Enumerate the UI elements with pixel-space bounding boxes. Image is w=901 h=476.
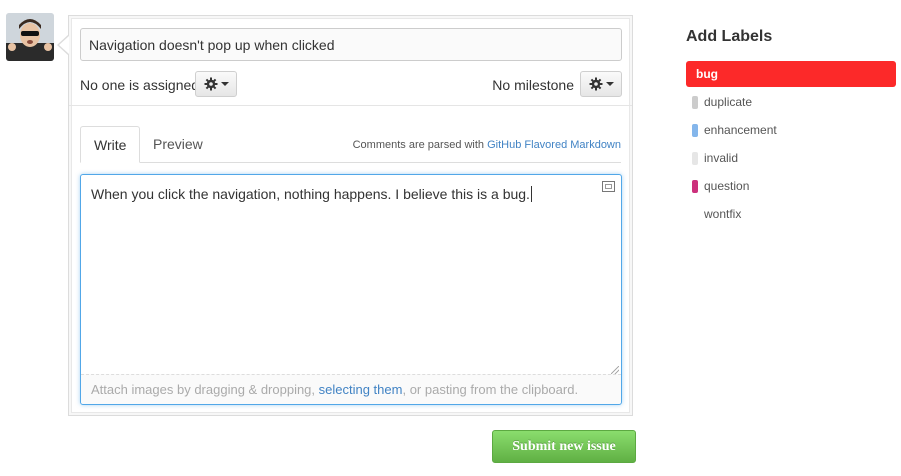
attach-images-bar[interactable]: Attach images by dragging & dropping, se… — [81, 374, 621, 404]
assignee-gear-button[interactable] — [195, 71, 237, 97]
label-item-invalid[interactable]: invalid — [686, 145, 896, 171]
milestone-status: No milestone — [492, 77, 574, 93]
fullscreen-icon[interactable] — [602, 181, 615, 192]
label-name: wontfix — [704, 207, 742, 221]
markdown-help-link[interactable]: GitHub Flavored Markdown — [487, 139, 621, 151]
chevron-down-icon — [220, 82, 229, 86]
issue-body-text: When you click the navigation, nothing h… — [91, 186, 532, 202]
issue-body-content: When you click the navigation, nothing h… — [91, 186, 530, 202]
chevron-down-icon — [605, 82, 614, 86]
label-color-swatch — [692, 180, 698, 193]
label-color-swatch — [692, 152, 698, 165]
label-name: bug — [696, 67, 718, 81]
markdown-note-text: Comments are parsed with — [352, 139, 488, 151]
label-color-swatch — [692, 96, 698, 109]
gear-icon — [204, 77, 217, 91]
attach-suffix: , or pasting from the clipboard. — [402, 382, 579, 397]
resize-handle[interactable] — [611, 366, 619, 374]
label-name: duplicate — [704, 95, 753, 109]
avatar — [6, 13, 54, 61]
user-avatar-image — [6, 13, 54, 61]
editor-tabs: Write Preview Comments are parsed with G… — [80, 126, 621, 163]
tab-write[interactable]: Write — [80, 126, 141, 163]
text-cursor — [530, 186, 532, 202]
label-color-swatch — [692, 208, 698, 221]
issue-body-textarea[interactable]: When you click the navigation, nothing h… — [80, 174, 622, 405]
label-item-duplicate[interactable]: duplicate — [686, 89, 896, 115]
label-item-bug[interactable]: bug — [686, 61, 896, 87]
divider — [69, 105, 632, 106]
label-name: enhancement — [704, 123, 777, 137]
milestone-gear-button[interactable] — [580, 71, 622, 97]
label-name: question — [704, 179, 750, 193]
label-item-question[interactable]: question — [686, 173, 896, 199]
assignee-status: No one is assigned — [80, 77, 200, 93]
issue-meta-row: No one is assigned No milestone — [80, 71, 622, 99]
label-item-wontfix[interactable]: wontfix — [686, 201, 896, 227]
label-item-enhancement[interactable]: enhancement — [686, 117, 896, 143]
issue-title-input[interactable] — [80, 28, 622, 61]
label-color-swatch — [692, 124, 698, 137]
tab-preview[interactable]: Preview — [140, 126, 216, 162]
labels-panel-title: Add Labels — [686, 28, 773, 45]
markdown-note: Comments are parsed with GitHub Flavored… — [353, 139, 621, 151]
select-images-link[interactable]: selecting them — [319, 382, 403, 397]
attach-prefix: Attach images by dragging & dropping, — [91, 382, 319, 397]
new-issue-form: No one is assigned No milestone — [57, 15, 633, 416]
gear-icon — [589, 77, 602, 91]
submit-new-issue-button[interactable]: Submit new issue — [492, 430, 636, 463]
label-name: invalid — [704, 151, 739, 165]
labels-list: bug duplicate enhancement invalid questi… — [686, 61, 896, 229]
